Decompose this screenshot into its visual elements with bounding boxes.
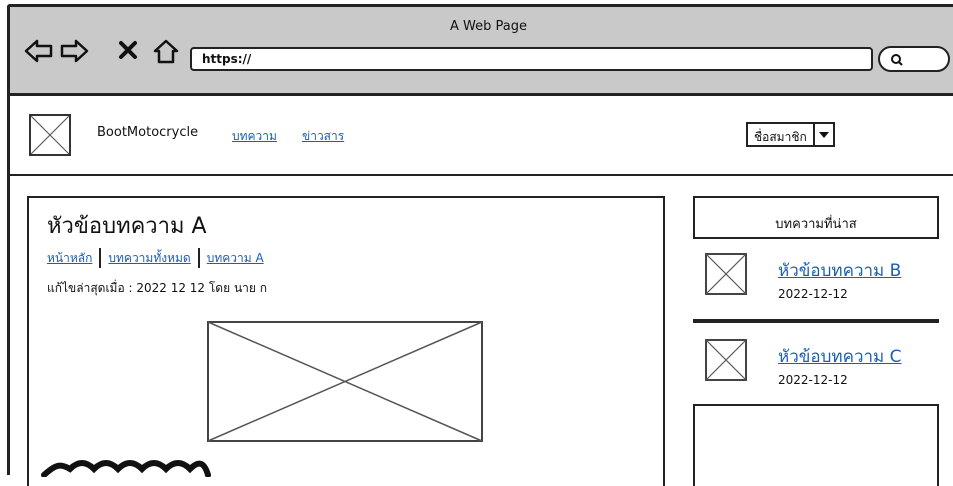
nav-link-news[interactable]: ข่าวสาร [302, 127, 344, 146]
member-dropdown-label: ชื่อสมาชิก [748, 124, 815, 145]
forward-arrow-icon[interactable] [59, 38, 89, 64]
thumbnail-placeholder-icon [705, 253, 747, 295]
chevron-down-icon [815, 124, 833, 145]
breadcrumb-home[interactable]: หน้าหลัก [47, 249, 92, 268]
breadcrumb-divider [99, 248, 102, 268]
thumbnail-placeholder-icon [705, 339, 747, 381]
back-arrow-icon[interactable] [24, 38, 54, 64]
scribble-text-placeholder [41, 460, 211, 477]
sidebar-article-link[interactable]: หัวข้อบทความ C [778, 343, 902, 370]
window-title: A Web Page [450, 19, 527, 34]
search-icon [891, 54, 903, 66]
sidebar-article-link[interactable]: หัวข้อบทความ B [778, 257, 901, 284]
breadcrumb-divider [197, 248, 200, 268]
sidebar-article-date: 2022-12-12 [778, 373, 848, 387]
close-icon[interactable] [118, 40, 138, 60]
home-icon[interactable] [152, 38, 180, 64]
page-border [7, 176, 10, 475]
sidebar-title: บทความที่น่าส [775, 217, 857, 232]
article-title: หัวข้อบทความ A [47, 214, 207, 239]
image-placeholder-icon [207, 321, 483, 442]
breadcrumb-current[interactable]: บทความ A [207, 249, 264, 268]
breadcrumb-all-articles[interactable]: บทความทั้งหมด [108, 249, 190, 268]
logo-placeholder-icon [29, 114, 71, 156]
member-dropdown[interactable]: ชื่อสมาชิก [746, 122, 835, 147]
nav-link-articles[interactable]: บทความ [232, 127, 277, 146]
article-meta: แก้ไขล่าสุดเมื่อ : 2022 12 12 โดย นาย ก [47, 281, 267, 295]
sidebar-article-item[interactable]: หัวข้อบทความ B 2022-12-12 [693, 237, 939, 321]
browser-search-box[interactable] [878, 46, 950, 72]
sidebar-article-date: 2022-12-12 [778, 287, 848, 301]
breadcrumb: หน้าหลัก บทความทั้งหมด บทความ A [47, 248, 264, 268]
brand-name: BootMotocrycle [97, 125, 199, 140]
sidebar-article-item[interactable]: หัวข้อบทความ C 2022-12-12 [693, 321, 939, 406]
url-bar[interactable]: https:// [190, 47, 873, 71]
